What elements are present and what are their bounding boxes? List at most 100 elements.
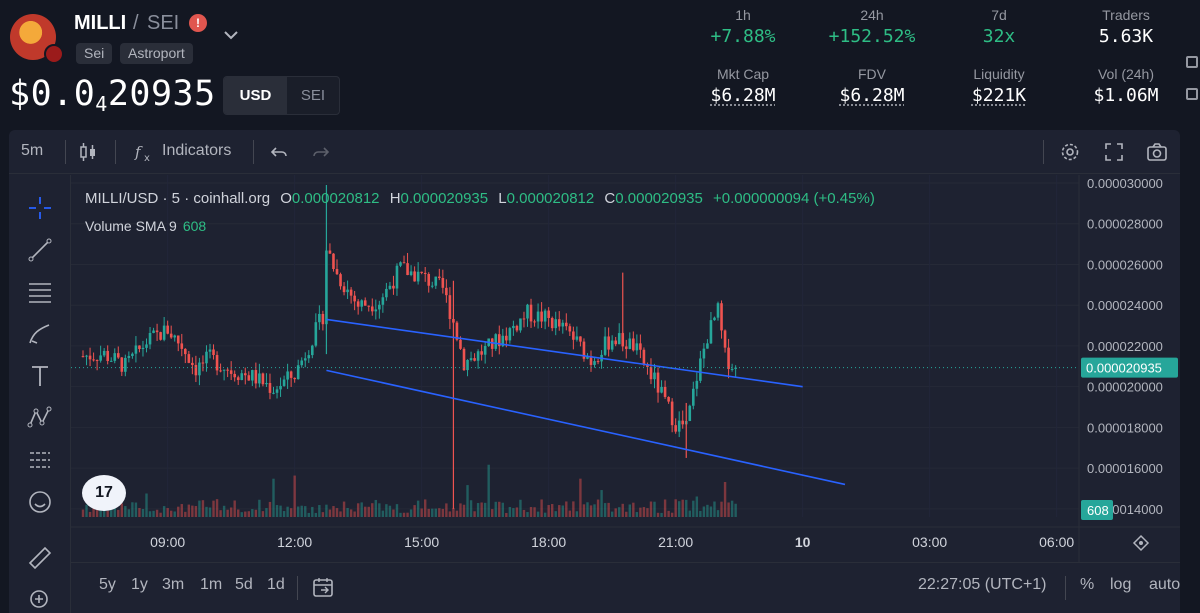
warning-icon[interactable]: !	[189, 14, 207, 32]
camera-icon[interactable]	[1145, 140, 1169, 164]
legend-high-label: H	[389, 190, 401, 207]
volume-bar	[240, 512, 243, 517]
stat-mkt-cap[interactable]: Mkt Cap $6.28M	[678, 66, 808, 106]
range-1d-button[interactable]: 1d	[267, 576, 285, 594]
crosshair-icon[interactable]	[27, 195, 53, 221]
volume-bar	[399, 512, 402, 517]
dex-chip[interactable]: Astroport	[120, 43, 193, 64]
volume-bar	[646, 508, 649, 517]
indicators-button[interactable]: Indicators	[162, 142, 231, 160]
candle-body	[342, 286, 346, 293]
volume-bar	[409, 509, 413, 517]
candle-body	[692, 388, 695, 406]
candle-body	[169, 333, 173, 338]
currency-sei-button[interactable]: SEI	[287, 77, 339, 114]
fullscreen-icon[interactable]	[1102, 140, 1126, 164]
fib-icon[interactable]	[27, 279, 53, 305]
candle-body	[505, 335, 508, 341]
percent-scale-button[interactable]: %	[1080, 576, 1094, 594]
toolbar-divider	[253, 140, 254, 164]
ruler-icon[interactable]	[27, 545, 53, 571]
volume-bar	[293, 475, 296, 517]
volume-bar	[699, 510, 702, 517]
volume-bar	[610, 511, 614, 517]
volume-bar	[427, 508, 430, 517]
projection-icon[interactable]	[27, 447, 53, 473]
clock-time[interactable]: 22:27:05 (UTC+1)	[918, 576, 1047, 594]
candle-body	[529, 304, 533, 322]
log-scale-button[interactable]: log	[1110, 576, 1131, 594]
price-zero-count: 4	[95, 92, 108, 116]
candle-body	[473, 358, 476, 361]
chain-chip[interactable]: Sei	[76, 43, 113, 64]
range-1y-button[interactable]: 1y	[131, 576, 148, 594]
emoji-icon[interactable]	[27, 489, 53, 515]
candle-body	[208, 349, 212, 352]
toolbar-divider	[115, 140, 116, 164]
volume-bar	[152, 510, 155, 517]
legend-open-value: 0.000020812	[291, 190, 380, 207]
stat-traders: Traders 5.63K	[1061, 7, 1191, 47]
pattern-icon[interactable]	[27, 405, 53, 431]
candle-body	[385, 288, 388, 298]
brush-icon[interactable]	[27, 321, 53, 347]
volume-bar	[628, 504, 632, 517]
calendar-goto-icon[interactable]	[311, 575, 335, 599]
candle-style-icon[interactable]	[76, 140, 100, 164]
tradingview-logo[interactable]: 17	[82, 475, 126, 511]
stat-liquidity[interactable]: Liquidity $221K	[934, 66, 1064, 106]
volume-bar	[642, 507, 646, 517]
undo-icon[interactable]	[267, 140, 291, 164]
trendline-icon[interactable]	[27, 237, 53, 263]
scroll-to-realtime-icon	[1132, 534, 1150, 552]
volume-bar	[127, 509, 131, 517]
text-icon[interactable]	[27, 363, 53, 389]
candle-body	[688, 405, 692, 421]
range-5y-button[interactable]: 5y	[99, 576, 116, 594]
candle-body	[561, 322, 565, 327]
price-chart[interactable]: 0.000030000 0.000028000 0.000026000 0.00002…	[71, 175, 1180, 562]
volume-bar	[603, 503, 607, 517]
candle-body	[102, 350, 106, 356]
range-1m-button[interactable]: 1m	[200, 576, 222, 594]
volume-bar	[469, 500, 473, 517]
interval-button[interactable]: 5m	[21, 142, 43, 160]
gear-icon[interactable]	[1058, 140, 1082, 164]
indicators-icon[interactable]: f x	[133, 140, 157, 164]
token-name: MILLI	[74, 12, 127, 34]
candle-body	[614, 340, 617, 345]
volume-bar	[300, 505, 303, 517]
range-5d-button[interactable]: 5d	[235, 576, 253, 594]
currency-usd-button[interactable]: USD	[224, 77, 287, 114]
candle-body	[402, 262, 406, 264]
volume-label[interactable]: Volume SMA 9	[85, 218, 177, 234]
candle-body	[92, 359, 95, 361]
candle-body	[243, 373, 247, 376]
candle-body	[653, 372, 656, 380]
volume-bar	[145, 493, 148, 517]
candle-body	[438, 276, 441, 278]
candle-body	[374, 309, 378, 312]
volume-bar	[339, 511, 342, 517]
volume-bar	[117, 509, 120, 517]
candle-body	[293, 377, 296, 380]
chart-panel: 5m f x Indicators 0.000030000 0.00002800…	[9, 130, 1180, 613]
x-tick-label: 06:00	[1039, 534, 1074, 550]
candle-body	[381, 297, 385, 305]
candle-body	[187, 354, 191, 363]
copy-icon[interactable]	[1186, 88, 1198, 100]
volume-bar	[134, 502, 138, 517]
legend-symbol[interactable]: MILLI/USD · 5 · coinhall.org	[85, 190, 270, 207]
candle-body	[148, 332, 152, 345]
external-link-icon[interactable]	[1186, 56, 1198, 68]
auto-scale-button[interactable]: auto	[1149, 576, 1180, 594]
price-digits: 20935	[107, 74, 216, 114]
chevron-down-icon[interactable]	[222, 26, 240, 44]
range-3m-button[interactable]: 3m	[162, 576, 184, 594]
legend-close-label: C	[604, 190, 616, 207]
stat-fdv[interactable]: FDV $6.28M	[807, 66, 937, 106]
candle-body	[251, 370, 254, 381]
zoom-in-icon[interactable]	[27, 587, 53, 613]
redo-icon[interactable]	[309, 140, 333, 164]
candle-body	[420, 271, 423, 273]
